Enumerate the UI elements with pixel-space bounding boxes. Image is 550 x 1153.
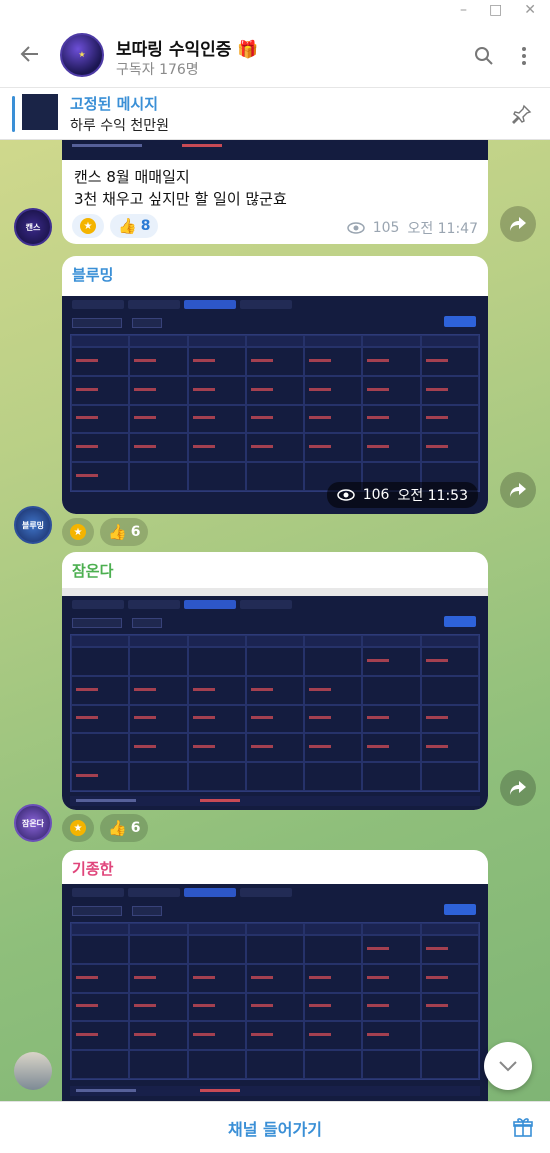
- avatar-label: 잠온다: [21, 818, 45, 828]
- share-button[interactable]: [500, 472, 536, 508]
- message-screenshot[interactable]: [62, 884, 488, 1110]
- pinned-text: 하루 수익 천만원: [70, 118, 170, 134]
- more-icon[interactable]: [514, 46, 534, 66]
- message-bubble[interactable]: 캔스 8월 매매일지 3천 채우고 싶지만 할 일이 많군효 ★ 👍 8 105…: [62, 130, 488, 244]
- channel-avatar[interactable]: ★: [60, 33, 104, 77]
- message-bubble[interactable]: 블루밍 106 오전 11:53: [62, 256, 488, 514]
- message-bubble[interactable]: 기종한: [62, 850, 488, 1110]
- search-icon[interactable]: [474, 46, 494, 66]
- reaction-star[interactable]: ★: [62, 518, 94, 546]
- reactions: ★ 👍 6: [62, 518, 149, 546]
- join-bar: 채널 들어가기: [0, 1101, 550, 1153]
- join-channel-button[interactable]: 채널 들어가기: [0, 1116, 550, 1140]
- reaction-count: 6: [130, 820, 141, 836]
- gift-icon[interactable]: [512, 1116, 534, 1138]
- reaction-star[interactable]: ★: [72, 214, 104, 238]
- star-icon: ★: [70, 820, 86, 836]
- reaction-count: 8: [140, 218, 151, 234]
- close-button[interactable]: ✕: [524, 2, 536, 18]
- message-text-line: 3천 채우고 싶지만 할 일이 많군효: [74, 190, 287, 208]
- message-time: 오전 11:53: [397, 488, 468, 504]
- reactions: ★ 👍 6: [62, 814, 149, 842]
- message-text: 캔스 8월 매매일지 3천 채우고 싶지만 할 일이 많군효: [74, 166, 287, 210]
- thumbs-up-icon: 👍: [118, 217, 137, 235]
- sender-name[interactable]: 블루밍: [72, 264, 113, 285]
- back-arrow-icon[interactable]: [18, 42, 42, 66]
- thumbs-up-icon: 👍: [108, 819, 127, 837]
- avatar[interactable]: 캔스: [14, 208, 52, 246]
- views-icon: [336, 489, 355, 501]
- minimize-button[interactable]: –: [460, 2, 467, 18]
- pinned-thumbnail: [22, 94, 58, 130]
- star-icon: ★: [80, 218, 96, 234]
- share-button[interactable]: [500, 206, 536, 242]
- reaction-thumbs[interactable]: 👍 6: [100, 814, 149, 842]
- avatar[interactable]: 블루밍: [14, 506, 52, 544]
- message-meta: 105 오전 11:47: [346, 218, 478, 238]
- star-icon: ★: [70, 524, 86, 540]
- reaction-star[interactable]: ★: [62, 814, 94, 842]
- share-button[interactable]: [500, 770, 536, 806]
- message-bubble[interactable]: 잠온다: [62, 552, 488, 810]
- reaction-count: 6: [130, 524, 141, 540]
- pinned-title: 고정된 메시지: [70, 95, 159, 113]
- window-controls: – □ ✕: [460, 2, 536, 18]
- subscriber-count: 구독자 176명: [116, 62, 199, 78]
- scroll-down-button[interactable]: [484, 1042, 532, 1090]
- share-icon: [510, 781, 526, 795]
- pinned-message-bar[interactable]: 고정된 메시지 하루 수익 천만원: [0, 88, 550, 140]
- reaction-thumbs[interactable]: 👍 6: [100, 518, 149, 546]
- avatar-label: 캔스: [25, 222, 41, 232]
- channel-title[interactable]: 보따링 수익인증 🎁: [116, 35, 258, 60]
- share-icon: [510, 217, 526, 231]
- views-icon: [346, 222, 365, 234]
- avatar[interactable]: [14, 1052, 52, 1090]
- thumbs-up-icon: 👍: [108, 523, 127, 541]
- message-screenshot[interactable]: [62, 588, 488, 810]
- sender-name[interactable]: 기종한: [72, 858, 113, 879]
- sender-name[interactable]: 잠온다: [72, 560, 113, 581]
- view-count: 105: [372, 220, 400, 236]
- avatar-label: 블루밍: [21, 520, 45, 530]
- maximize-button[interactable]: □: [489, 2, 502, 18]
- reaction-thumbs[interactable]: 👍 8: [110, 214, 159, 238]
- chevron-down-icon: [499, 1061, 517, 1072]
- avatar[interactable]: 잠온다: [14, 804, 52, 842]
- pin-icon[interactable]: [512, 104, 532, 124]
- pinned-indicator: [12, 96, 15, 132]
- message-text-line: 캔스 8월 매매일지: [74, 168, 190, 186]
- reactions: ★ 👍 8: [72, 214, 159, 238]
- view-count: 106: [362, 487, 390, 503]
- share-icon: [510, 483, 526, 497]
- message-meta: 106 오전 11:53: [326, 482, 478, 508]
- message-time: 오전 11:47: [407, 221, 478, 237]
